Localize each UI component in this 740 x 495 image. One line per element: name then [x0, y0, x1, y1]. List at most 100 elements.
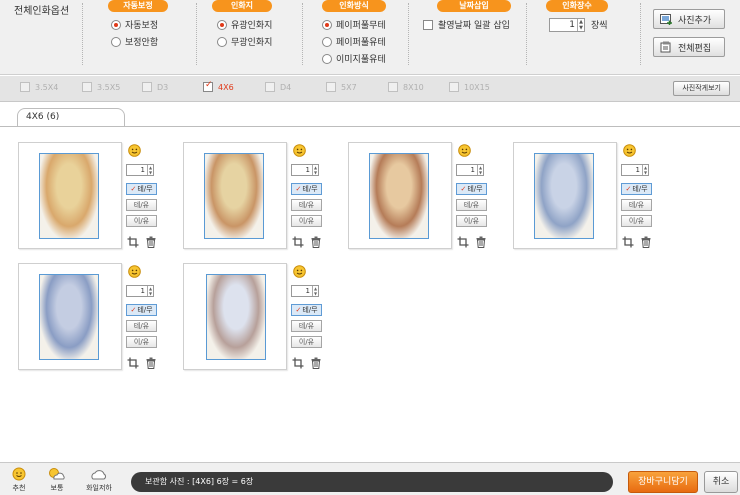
- print-option-button[interactable]: 이/유: [291, 215, 322, 227]
- options-title: 전체인화옵션: [14, 6, 70, 17]
- quantity-value: 1: [305, 287, 310, 295]
- stepper-arrows-icon[interactable]: ▲ ▼: [147, 165, 153, 175]
- cancel-button[interactable]: 취소: [704, 471, 738, 493]
- trash-icon[interactable]: [145, 236, 157, 248]
- crop-icon[interactable]: [292, 357, 304, 369]
- stepper-arrows-icon[interactable]: ▲ ▼: [642, 165, 648, 175]
- radio-paper-full-border[interactable]: 페이퍼풀유테: [322, 33, 386, 50]
- trash-icon[interactable]: [145, 357, 157, 369]
- checkbox-checked: [203, 80, 213, 92]
- crop-icon[interactable]: [457, 236, 469, 248]
- add-photo-button[interactable]: 사진추가: [653, 9, 725, 29]
- print-option-button[interactable]: 테/유: [126, 199, 157, 211]
- edit-all-button[interactable]: 전체편집: [653, 37, 725, 57]
- print-option-button[interactable]: 테/유: [291, 199, 322, 211]
- size-label: D4: [280, 82, 292, 92]
- weather-normal[interactable]: 보통: [42, 467, 72, 493]
- radio-auto-correct[interactable]: 자동보정: [111, 16, 168, 33]
- quantity-stepper[interactable]: 1 ▲ ▼: [291, 285, 319, 297]
- size-option[interactable]: 3.5X4: [20, 82, 58, 92]
- print-option-button[interactable]: 이/유: [456, 215, 487, 227]
- radio-paper-full-noborder[interactable]: 페이퍼풀무테: [322, 16, 386, 33]
- baby-photo: [39, 274, 99, 360]
- photo-thumbnail[interactable]: [348, 142, 452, 249]
- print-option-button[interactable]: 테/무: [126, 304, 157, 316]
- size-option[interactable]: 5X7: [326, 82, 357, 92]
- print-option-button[interactable]: 이/유: [621, 215, 652, 227]
- divider: [640, 3, 641, 65]
- checkbox-label: 촬영날짜 일괄 삽입: [438, 21, 510, 31]
- size-option[interactable]: 3.5X5: [82, 82, 120, 92]
- print-option-button[interactable]: 테/유: [456, 199, 487, 211]
- print-option-button[interactable]: 테/유: [291, 320, 322, 332]
- smile-icon[interactable]: [623, 144, 636, 157]
- print-option-button[interactable]: 이/유: [126, 336, 157, 348]
- radio-label: 무광인화지: [231, 38, 273, 48]
- photo-thumbnail[interactable]: [183, 142, 287, 249]
- size-label: 4X6: [218, 82, 234, 92]
- print-option-button[interactable]: 테/무: [291, 183, 322, 195]
- size-option[interactable]: D4: [265, 82, 291, 92]
- radio-label: 유광인화지: [231, 21, 273, 31]
- quantity-stepper[interactable]: 1 ▲ ▼: [456, 164, 484, 176]
- trash-icon[interactable]: [310, 236, 322, 248]
- crop-icon[interactable]: [622, 236, 634, 248]
- print-option-button[interactable]: 테/유: [126, 320, 157, 332]
- quantity-stepper[interactable]: 1 ▲ ▼: [126, 285, 154, 297]
- weather-recommend[interactable]: 추천: [4, 467, 34, 493]
- radio-matte[interactable]: 무광인화지: [217, 33, 272, 50]
- small-view-button[interactable]: 사진작게보기: [673, 81, 730, 96]
- size-option-selected[interactable]: 4X6: [203, 80, 234, 92]
- radio-no-correct[interactable]: 보정안함: [111, 33, 168, 50]
- date-insert-checkbox[interactable]: 촬영날짜 일괄 삽입: [423, 16, 511, 33]
- smile-icon[interactable]: [293, 265, 306, 278]
- photo-thumbnail[interactable]: [513, 142, 617, 249]
- radio-dot: [322, 19, 332, 30]
- add-to-cart-button[interactable]: 장바구니담기: [628, 471, 698, 493]
- smile-icon[interactable]: [293, 144, 306, 157]
- smile-icon[interactable]: [128, 265, 141, 278]
- quantity-stepper[interactable]: 1 ▲ ▼: [291, 164, 319, 176]
- photo-thumbnail[interactable]: [18, 263, 122, 370]
- photo-thumbnail[interactable]: [18, 142, 122, 249]
- print-option-button[interactable]: 테/무: [291, 304, 322, 316]
- photo-cell: 1▲▼ 테/무테/유이/유: [18, 263, 178, 373]
- print-option-button[interactable]: 테/무: [126, 183, 157, 195]
- sun-cloud-icon: [49, 468, 65, 480]
- checkbox: [20, 82, 30, 92]
- weather-low[interactable]: 화일저하: [82, 467, 116, 493]
- crop-icon[interactable]: [127, 357, 139, 369]
- weather-label: 보통: [50, 484, 64, 492]
- stepper-arrows-icon[interactable]: ▲ ▼: [477, 165, 483, 175]
- radio-glossy[interactable]: 유광인화지: [217, 16, 272, 33]
- print-option-button[interactable]: 이/유: [126, 215, 157, 227]
- trash-icon[interactable]: [640, 236, 652, 248]
- radio-label: 이미지풀유테: [336, 55, 386, 65]
- stepper-arrows-icon[interactable]: ▲ ▼: [312, 286, 318, 296]
- print-count-stepper[interactable]: 1 ▲ ▼: [549, 17, 585, 32]
- print-option-button[interactable]: 이/유: [291, 336, 322, 348]
- tab-4x6[interactable]: 4X6 (6): [17, 108, 125, 126]
- stepper-arrows-icon[interactable]: ▲ ▼: [577, 18, 584, 31]
- size-option[interactable]: 8X10: [388, 82, 424, 92]
- photo-thumbnail[interactable]: [183, 263, 287, 370]
- group-header: 날짜삽입: [437, 0, 511, 12]
- stepper-arrows-icon[interactable]: ▲ ▼: [147, 286, 153, 296]
- radio-image-full-border[interactable]: 이미지풀유테: [322, 50, 386, 67]
- size-option[interactable]: D3: [142, 82, 168, 92]
- crop-icon[interactable]: [127, 236, 139, 248]
- smile-icon[interactable]: [458, 144, 471, 157]
- trash-icon[interactable]: [310, 357, 322, 369]
- quantity-value: 1: [140, 166, 145, 174]
- trash-icon[interactable]: [475, 236, 487, 248]
- smile-icon[interactable]: [128, 144, 141, 157]
- print-option-button[interactable]: 테/유: [621, 199, 652, 211]
- quantity-stepper[interactable]: 1 ▲ ▼: [126, 164, 154, 176]
- size-selector-bar: 3.5X4 3.5X5 D3 4X6 D4 5X7 8X10 10X15 사진작…: [0, 76, 740, 102]
- stepper-arrows-icon[interactable]: ▲ ▼: [312, 165, 318, 175]
- print-option-button[interactable]: 테/무: [456, 183, 487, 195]
- size-option[interactable]: 10X15: [449, 82, 490, 92]
- quantity-stepper[interactable]: 1 ▲ ▼: [621, 164, 649, 176]
- print-option-button[interactable]: 테/무: [621, 183, 652, 195]
- crop-icon[interactable]: [292, 236, 304, 248]
